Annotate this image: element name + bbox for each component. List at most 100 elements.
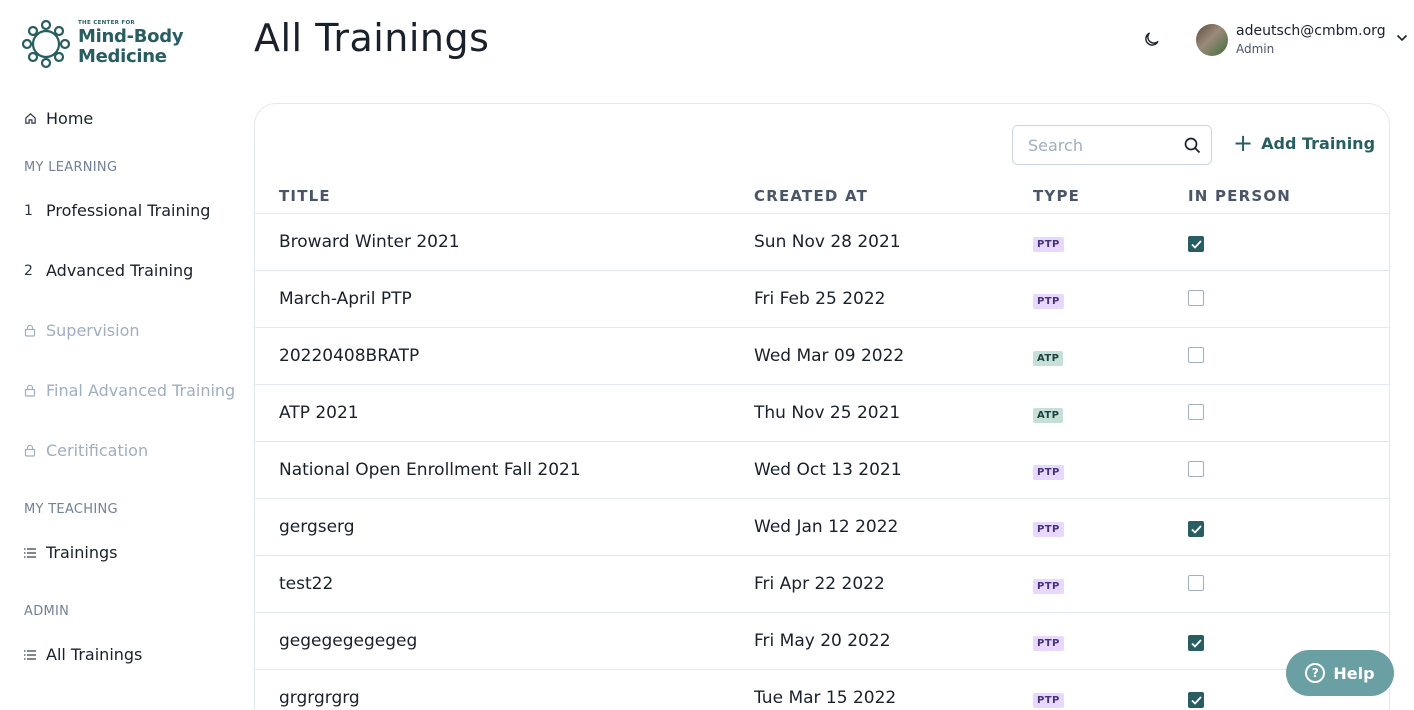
column-header-created-at[interactable]: CREATED AT — [754, 179, 1033, 214]
training-title[interactable]: National Open Enrollment Fall 2021 — [255, 441, 754, 499]
type-cell: PTP — [1033, 498, 1188, 556]
trainings-card: + Add Training TITLE CREATED AT TYPE IN … — [254, 103, 1390, 710]
table-row[interactable]: National Open Enrollment Fall 2021 Wed Oc… — [255, 441, 1389, 499]
type-cell: PTP — [1033, 669, 1188, 710]
add-training-button[interactable]: + Add Training — [1233, 129, 1376, 157]
check-icon — [1190, 524, 1202, 534]
in-person-checkbox[interactable] — [1188, 461, 1204, 477]
list-icon — [24, 649, 38, 660]
check-icon — [1190, 239, 1202, 249]
in-person-checkbox[interactable] — [1188, 347, 1204, 363]
in-person-cell — [1188, 384, 1389, 442]
check-icon — [1190, 695, 1202, 705]
in-person-checkbox[interactable] — [1188, 404, 1204, 420]
table-row[interactable]: test22 Fri Apr 22 2022 PTP — [255, 555, 1389, 613]
training-title[interactable]: test22 — [255, 555, 754, 613]
sidebar-item-home[interactable]: Home — [24, 109, 93, 128]
user-menu[interactable]: adeutsch@cmbm.org Admin — [1196, 22, 1408, 58]
lock-icon — [24, 444, 38, 457]
sidebar-item-label: Professional Training — [46, 201, 211, 220]
type-cell: PTP — [1033, 612, 1188, 670]
type-cell: PTP — [1033, 213, 1188, 271]
training-title[interactable]: ATP 2021 — [255, 384, 754, 442]
type-cell: ATP — [1033, 384, 1188, 442]
type-badge: PTP — [1033, 635, 1064, 651]
sidebar-item-final-advanced-training: Final Advanced Training — [24, 381, 235, 400]
plus-icon: + — [1233, 129, 1254, 157]
type-cell: PTP — [1033, 555, 1188, 613]
created-at: Fri Apr 22 2022 — [754, 555, 1033, 613]
in-person-checkbox[interactable] — [1188, 521, 1204, 537]
type-badge: PTP — [1033, 692, 1064, 708]
sidebar-item-label: Trainings — [46, 543, 118, 562]
in-person-cell — [1188, 441, 1389, 499]
type-badge: PTP — [1033, 236, 1064, 252]
search-input[interactable] — [1028, 135, 1178, 155]
column-header-title[interactable]: TITLE — [255, 179, 754, 214]
question-icon: ? — [1305, 663, 1326, 683]
user-info: adeutsch@cmbm.org Admin — [1236, 22, 1386, 58]
type-badge: PTP — [1033, 293, 1064, 309]
in-person-checkbox[interactable] — [1188, 236, 1204, 252]
search-box — [1012, 125, 1212, 165]
created-at: Tue Mar 15 2022 — [754, 669, 1033, 710]
brand-line3: Medicine — [78, 45, 167, 67]
created-at: Fri Feb 25 2022 — [754, 270, 1033, 328]
table-row[interactable]: 20220408BRATP Wed Mar 09 2022 ATP — [255, 327, 1389, 385]
type-badge: ATP — [1033, 407, 1064, 423]
in-person-checkbox[interactable] — [1188, 575, 1204, 591]
type-badge: ATP — [1033, 350, 1064, 366]
table-row[interactable]: grgrgrgrg Tue Mar 15 2022 PTP — [255, 669, 1389, 710]
table-row[interactable]: Broward Winter 2021 Sun Nov 28 2021 PTP — [255, 213, 1389, 271]
brand-name: THE CENTER FOR Mind-Body Medicine — [78, 21, 184, 67]
created-at: Fri May 20 2022 — [754, 612, 1033, 670]
in-person-checkbox[interactable] — [1188, 290, 1204, 306]
training-title[interactable]: Broward Winter 2021 — [255, 213, 754, 271]
type-badge: PTP — [1033, 464, 1064, 480]
created-at: Wed Mar 09 2022 — [754, 327, 1033, 385]
training-title[interactable]: grgrgrgrg — [255, 669, 754, 710]
add-training-label: Add Training — [1261, 133, 1376, 153]
step-number: 2 — [24, 262, 33, 279]
type-badge: PTP — [1033, 521, 1064, 537]
sidebar-item-label: Advanced Training — [46, 261, 194, 280]
sidebar-item-professional-training[interactable]: 1 Professional Training — [24, 201, 210, 220]
sidebar: THE CENTER FOR Mind-Body Medicine Home M… — [0, 0, 240, 710]
type-cell: PTP — [1033, 441, 1188, 499]
dark-mode-toggle[interactable] — [1143, 30, 1161, 52]
home-icon — [24, 112, 38, 125]
training-title[interactable]: gergserg — [255, 498, 754, 556]
training-title[interactable]: 20220408BRATP — [255, 327, 754, 385]
sidebar-item-certification: Ceritification — [24, 441, 148, 460]
column-header-in-person[interactable]: IN PERSON — [1188, 179, 1389, 214]
table-row[interactable]: gergserg Wed Jan 12 2022 PTP — [255, 498, 1389, 556]
logo-mark-icon — [21, 19, 71, 69]
in-person-checkbox[interactable] — [1188, 692, 1204, 708]
in-person-cell — [1188, 270, 1389, 328]
table-row[interactable]: March-April PTP Fri Feb 25 2022 PTP — [255, 270, 1389, 328]
sidebar-item-label: Home — [46, 109, 94, 128]
chevron-down-icon — [1396, 34, 1407, 42]
help-button[interactable]: ? Help — [1286, 650, 1394, 696]
type-badge: PTP — [1033, 578, 1064, 594]
check-icon — [1190, 638, 1202, 648]
moon-icon — [1145, 32, 1159, 46]
search-icon[interactable] — [1184, 137, 1201, 158]
table-row[interactable]: gegegegegegeg Fri May 20 2022 PTP — [255, 612, 1389, 670]
column-header-type[interactable]: TYPE — [1033, 179, 1188, 214]
table-row[interactable]: ATP 2021 Thu Nov 25 2021 ATP — [255, 384, 1389, 442]
brand-line2: Mind-Body — [78, 25, 184, 47]
sidebar-item-advanced-training[interactable]: 2 Advanced Training — [24, 261, 193, 280]
in-person-cell — [1188, 555, 1389, 613]
user-email: adeutsch@cmbm.org — [1236, 23, 1386, 39]
brand-logo[interactable]: THE CENTER FOR Mind-Body Medicine — [20, 18, 184, 70]
training-title[interactable]: March-April PTP — [255, 270, 754, 328]
created-at: Wed Jan 12 2022 — [754, 498, 1033, 556]
sidebar-item-trainings[interactable]: Trainings — [24, 543, 117, 562]
lock-icon — [24, 384, 38, 397]
sidebar-item-all-trainings[interactable]: All Trainings — [24, 645, 142, 664]
training-title[interactable]: gegegegegegeg — [255, 612, 754, 670]
list-icon — [24, 547, 38, 558]
sidebar-item-label: Ceritification — [46, 441, 149, 460]
in-person-checkbox[interactable] — [1188, 635, 1204, 651]
